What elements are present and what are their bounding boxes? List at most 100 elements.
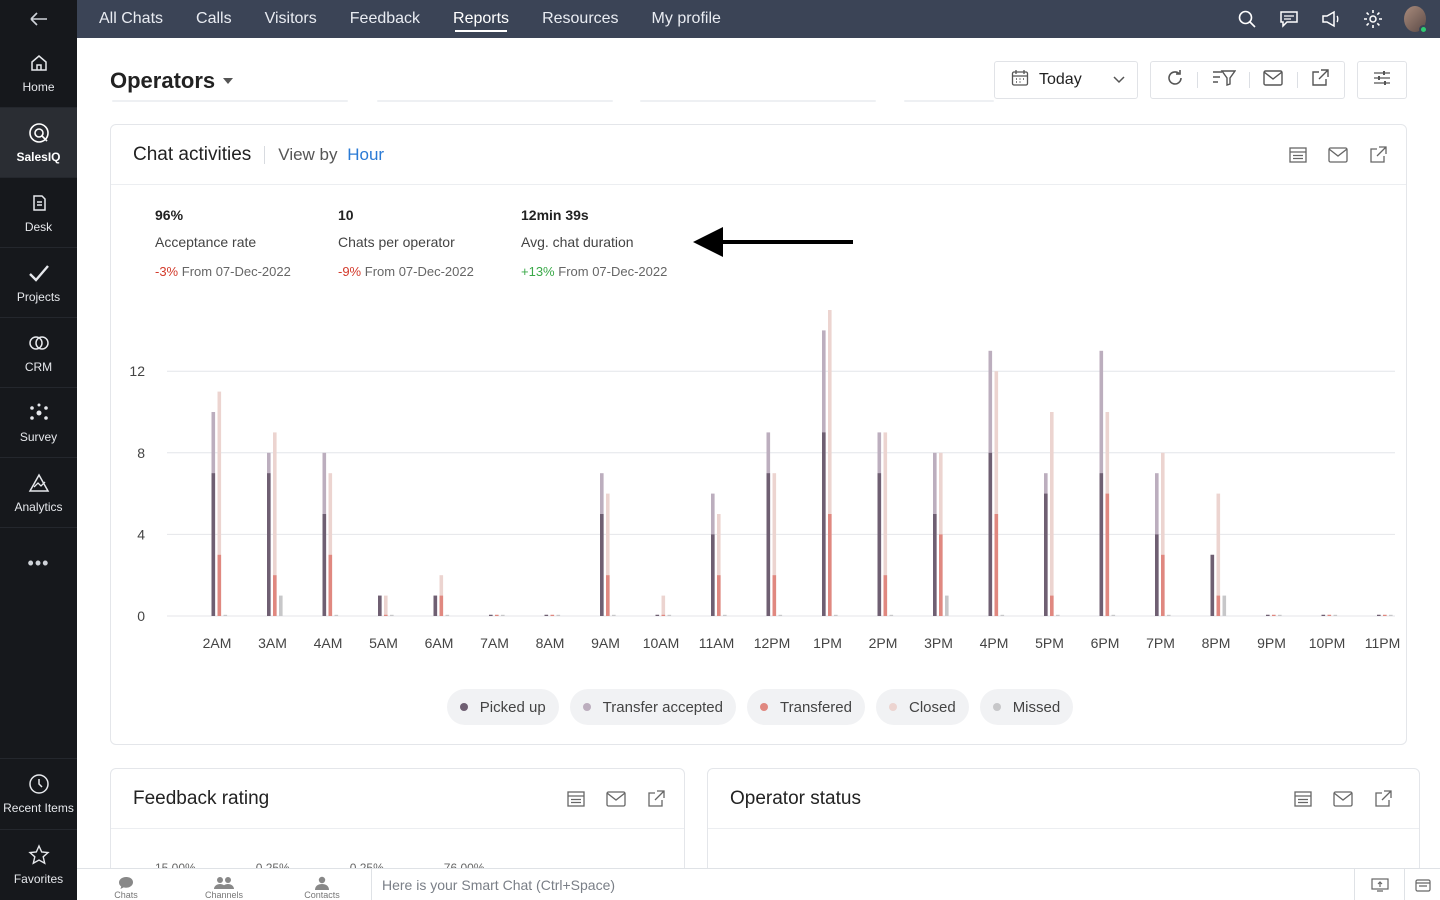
divider: [1248, 72, 1250, 88]
rail-item-survey[interactable]: Survey: [0, 388, 77, 458]
refresh-icon[interactable]: [1166, 69, 1184, 92]
chart-bar: [1383, 614, 1387, 616]
tab-reports[interactable]: Reports: [453, 0, 509, 38]
salesiq-icon: [28, 122, 50, 144]
search-icon[interactable]: [1236, 8, 1258, 30]
settings-sliders-button[interactable]: [1357, 61, 1407, 99]
x-tick-label: 11PM: [1365, 635, 1401, 651]
tab-feedback[interactable]: Feedback: [350, 0, 420, 38]
chart-bar: [322, 514, 327, 616]
bottom-item-chats[interactable]: Chats: [77, 869, 175, 900]
chart-bar: [1105, 493, 1110, 616]
rail-item-desk[interactable]: Desk: [0, 178, 77, 248]
bottom-item-label: Contacts: [304, 889, 340, 900]
metric-change-from: From 07-Dec-2022: [558, 264, 668, 279]
chart-bar: [606, 575, 610, 616]
table-view-icon[interactable]: [566, 789, 586, 809]
tab-all-chats[interactable]: All Chats: [99, 0, 163, 38]
megaphone-icon[interactable]: [1320, 8, 1342, 30]
legend-item-missed[interactable]: Missed: [979, 689, 1074, 725]
rail-item-analytics[interactable]: Analytics: [0, 458, 77, 528]
table-view-icon[interactable]: [1288, 145, 1308, 165]
chart-bar: [384, 614, 388, 616]
chart-bar: [877, 473, 882, 616]
back-arrow-icon[interactable]: [0, 0, 77, 38]
screen-share-button[interactable]: [1354, 868, 1404, 900]
chart-bar: [661, 595, 666, 616]
legend-label: Missed: [1012, 698, 1061, 716]
chart-bar: [445, 614, 450, 616]
rail-item-favorites[interactable]: Favorites: [0, 829, 77, 900]
metric-change: -3% From 07-Dec-2022: [155, 264, 291, 279]
legend-dot: [760, 703, 768, 711]
metric-change-value: -9%: [338, 264, 362, 279]
y-tick-label: 12: [129, 363, 145, 379]
tab-calls[interactable]: Calls: [196, 0, 232, 38]
chat-window-button[interactable]: [1404, 868, 1440, 900]
monitor-icon: [1370, 877, 1389, 892]
chart-bar: [945, 595, 949, 616]
legend-label: Transfer accepted: [602, 698, 723, 716]
legend-item-picked-up[interactable]: Picked up: [446, 689, 559, 725]
bottom-item-contacts[interactable]: Contacts: [273, 869, 371, 900]
legend-item-transfered[interactable]: Transfered: [747, 689, 865, 725]
x-tick-label: 7PM: [1146, 635, 1175, 651]
chart-bar: [723, 614, 727, 616]
page-header: Operators Today: [77, 38, 1440, 104]
chart-bar: [828, 514, 832, 616]
chat-bubble-icon[interactable]: [1278, 8, 1300, 30]
x-tick-label: 8AM: [536, 635, 565, 651]
export-icon[interactable]: [646, 789, 666, 809]
export-icon[interactable]: [1368, 145, 1388, 165]
chart-bar: [939, 534, 943, 616]
rail-item-home[interactable]: Home: [0, 38, 77, 108]
tab-visitors[interactable]: Visitors: [265, 0, 317, 38]
mail-icon[interactable]: [1333, 789, 1353, 809]
rail-item-projects[interactable]: Projects: [0, 248, 77, 318]
bottom-item-channels[interactable]: Channels: [175, 869, 273, 900]
chart-bar: [883, 575, 888, 616]
user-avatar[interactable]: [1404, 6, 1428, 34]
metric-change: +13% From 07-Dec-2022: [521, 264, 667, 279]
chat-window-icon: [1414, 878, 1431, 892]
export-icon[interactable]: [1311, 68, 1329, 92]
mail-icon[interactable]: [1328, 145, 1348, 165]
table-view-icon[interactable]: [1293, 789, 1313, 809]
legend-item-closed[interactable]: Closed: [875, 689, 969, 725]
chart-bar: [1111, 614, 1116, 616]
x-tick-label: 2PM: [869, 635, 898, 651]
tab-my-profile[interactable]: My profile: [652, 0, 721, 38]
mail-icon[interactable]: [606, 789, 626, 809]
crm-icon: [28, 332, 50, 354]
tab-resources[interactable]: Resources: [542, 0, 618, 38]
chart-bar: [1044, 493, 1048, 616]
chart-bar: [994, 514, 999, 616]
page-title-dropdown[interactable]: Operators: [110, 68, 234, 94]
divider: [1197, 72, 1199, 88]
smart-chat-input[interactable]: [372, 868, 1354, 900]
rail-item-recent-items[interactable]: Recent Items: [0, 758, 77, 829]
legend-dot: [992, 703, 1001, 711]
filter-icon[interactable]: [1212, 69, 1236, 92]
chart-bar: [1000, 614, 1005, 616]
legend-item-transfer-accepted[interactable]: Transfer accepted: [569, 689, 736, 725]
export-icon[interactable]: [1373, 789, 1393, 809]
gear-icon[interactable]: [1362, 8, 1384, 30]
mail-icon[interactable]: [1263, 69, 1284, 91]
more-apps-icon[interactable]: •••: [0, 528, 77, 598]
chats-icon: [119, 876, 133, 889]
metric-change-value: -3%: [155, 264, 179, 279]
x-tick-label: 2AM: [203, 635, 232, 651]
chart-bar: [772, 575, 777, 616]
metric-avg-chat-duration: 12min 39s Avg. chat duration +13% From 0…: [521, 207, 667, 279]
x-tick-label: 11AM: [699, 635, 735, 651]
chart-bar: [1161, 554, 1165, 616]
date-range-dropdown[interactable]: Today: [994, 61, 1138, 99]
card-title: Chat activities: [133, 143, 252, 165]
rail-item-crm[interactable]: CRM: [0, 318, 77, 388]
online-status-dot: [1419, 25, 1428, 34]
chart-bar: [217, 554, 222, 616]
projects-icon: [28, 262, 50, 284]
rail-item-salesiq[interactable]: SalesIQ: [0, 108, 77, 178]
view-by-dropdown[interactable]: Hour: [347, 145, 384, 164]
